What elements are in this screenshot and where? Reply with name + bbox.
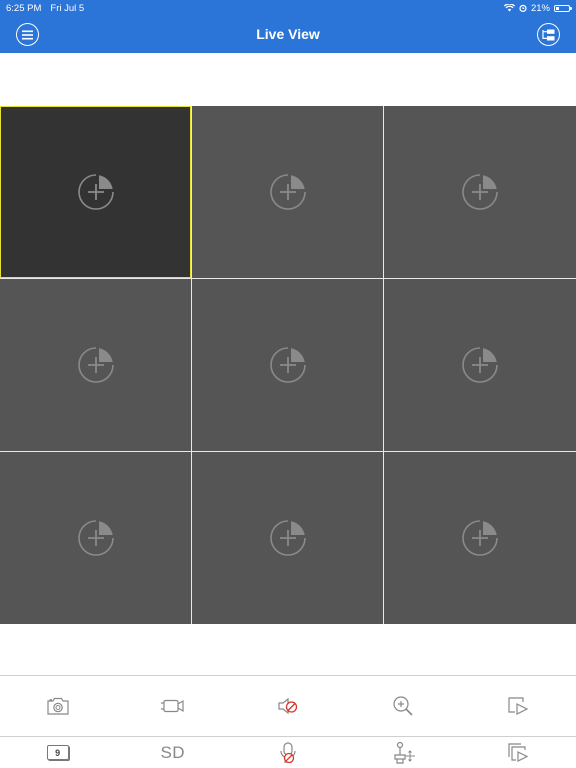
status-date: Fri Jul 5 bbox=[50, 2, 85, 14]
audio-muted-icon bbox=[278, 697, 298, 715]
stream-quality-button[interactable]: SD bbox=[123, 743, 223, 763]
battery-icon bbox=[554, 4, 572, 12]
add-camera-icon bbox=[269, 347, 306, 383]
status-time: 6:25 PM bbox=[6, 2, 42, 14]
zoom-button[interactable] bbox=[353, 695, 453, 717]
add-camera-icon bbox=[462, 347, 498, 383]
video-cell[interactable] bbox=[192, 279, 383, 451]
add-camera-icon bbox=[462, 520, 498, 556]
toolbar-top bbox=[0, 675, 576, 736]
video-cell[interactable] bbox=[384, 279, 576, 451]
device-list-button[interactable] bbox=[537, 23, 560, 46]
audio-toggle-button[interactable] bbox=[238, 696, 338, 716]
video-cell[interactable] bbox=[384, 452, 576, 624]
record-button[interactable] bbox=[123, 697, 223, 715]
split-screen-button[interactable]: 9 bbox=[8, 745, 108, 760]
zoom-icon bbox=[393, 696, 413, 716]
add-camera-icon bbox=[77, 347, 114, 383]
live-view-grid bbox=[0, 106, 576, 624]
add-camera-icon bbox=[269, 520, 306, 556]
page-title: Live View bbox=[256, 26, 320, 42]
multi-playback-icon bbox=[508, 742, 529, 762]
stream-quality-label: SD bbox=[160, 742, 186, 762]
video-cell[interactable] bbox=[0, 106, 191, 278]
ptz-icon bbox=[394, 741, 416, 764]
menu-button[interactable] bbox=[16, 23, 39, 46]
battery-level bbox=[556, 6, 559, 10]
multi-playback-button[interactable] bbox=[468, 742, 568, 764]
video-cell[interactable] bbox=[384, 106, 576, 278]
add-camera-icon bbox=[77, 520, 114, 556]
record-icon bbox=[160, 699, 184, 713]
split-screen-icon: 9 bbox=[46, 745, 69, 760]
playback-button[interactable] bbox=[468, 696, 568, 716]
snapshot-button[interactable] bbox=[8, 697, 108, 715]
device-list-icon bbox=[542, 29, 555, 40]
video-cell[interactable] bbox=[0, 279, 191, 451]
playback-icon bbox=[508, 697, 529, 715]
status-bar: 6:25 PM Fri Jul 5 21% bbox=[0, 0, 576, 16]
video-cell[interactable] bbox=[192, 106, 383, 278]
menu-icon bbox=[22, 30, 33, 39]
toolbar-bottom: 9 SD bbox=[0, 736, 576, 768]
add-camera-icon bbox=[77, 174, 114, 210]
add-camera-icon bbox=[462, 174, 498, 210]
alarm-icon bbox=[519, 4, 527, 12]
talk-button[interactable] bbox=[238, 741, 338, 765]
snapshot-icon bbox=[46, 697, 69, 715]
video-cell[interactable] bbox=[192, 452, 383, 624]
add-camera-icon bbox=[269, 174, 306, 210]
talk-disabled-icon bbox=[280, 741, 296, 763]
battery-percent: 21% bbox=[530, 2, 550, 14]
nav-bar: Live View bbox=[0, 16, 576, 53]
wifi-icon bbox=[503, 4, 515, 12]
ptz-button[interactable] bbox=[353, 741, 453, 765]
video-cell[interactable] bbox=[0, 452, 191, 624]
